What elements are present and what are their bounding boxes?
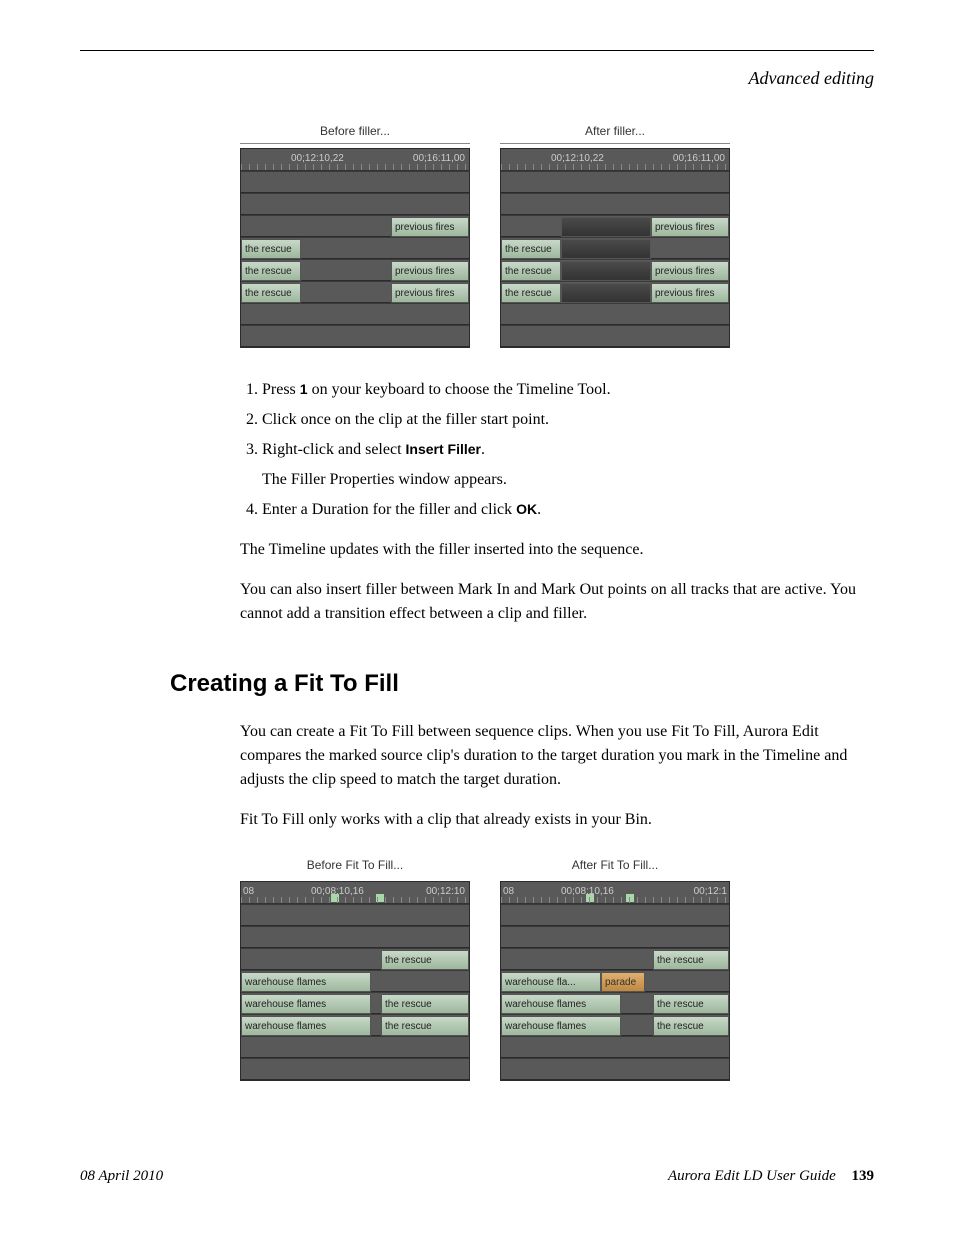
figure-filler-compare: Before filler... 00;12:10,22 00;16:11,00… (240, 122, 874, 348)
clip: the rescue (241, 239, 301, 259)
clip: warehouse fla... (501, 972, 601, 992)
clip: previous fires (651, 217, 729, 237)
clip: previous fires (391, 261, 469, 281)
fig-caption-before-filler: Before filler... (240, 122, 470, 144)
filler-clip (561, 283, 651, 303)
paragraph: You can create a Fit To Fill between seq… (240, 720, 874, 792)
clip: the rescue (241, 283, 301, 303)
section-header: Advanced editing (80, 65, 874, 92)
filler-clip (561, 239, 651, 259)
steps-list: Press 1 on your keyboard to choose the T… (262, 378, 874, 522)
filler-clip (561, 261, 651, 281)
clip: the rescue (653, 994, 729, 1014)
clip: warehouse flames (241, 994, 371, 1014)
clip: the rescue (381, 950, 469, 970)
section-heading-fit-to-fill: Creating a Fit To Fill (170, 666, 874, 702)
step-2: Click once on the clip at the filler sta… (262, 408, 874, 432)
clip: the rescue (501, 283, 561, 303)
clip: the rescue (501, 239, 561, 259)
clip: the rescue (653, 1016, 729, 1036)
paragraph: You can also insert filler between Mark … (240, 578, 874, 626)
page-footer: 08 April 2010 Aurora Edit LD User Guide … (80, 1165, 874, 1188)
footer-date: 08 April 2010 (80, 1165, 163, 1188)
timeline-before-filler: 00;12:10,22 00;16:11,00 previous fires t… (240, 148, 470, 348)
step-4: Enter a Duration for the filler and clic… (262, 498, 874, 522)
paragraph: The Timeline updates with the filler ins… (240, 538, 874, 562)
footer-page-number: 139 (852, 1168, 875, 1184)
clip: previous fires (391, 217, 469, 237)
fig-caption-before-fittofill: Before Fit To Fill... (240, 856, 470, 877)
timeline-before-fittofill: 08 00;08:10,16 00;12:10 the rescue wareh… (240, 881, 470, 1081)
clip: previous fires (651, 261, 729, 281)
fig-caption-after-fittofill: After Fit To Fill... (500, 856, 730, 877)
clip: the rescue (381, 1016, 469, 1036)
figure-fittofill-compare: Before Fit To Fill... 08 00;08:10,16 00;… (240, 856, 874, 1081)
clip: the rescue (653, 950, 729, 970)
clip-parade: parade (601, 972, 645, 992)
fig-caption-after-filler: After filler... (500, 122, 730, 144)
clip: the rescue (381, 994, 469, 1014)
step-3-sub: The Filler Properties window appears. (262, 468, 874, 492)
clip: warehouse flames (241, 972, 371, 992)
step-1: Press 1 on your keyboard to choose the T… (262, 378, 874, 402)
clip: warehouse flames (501, 1016, 621, 1036)
timeline-after-filler: 00;12:10,22 00;16:11,00 previous fires t… (500, 148, 730, 348)
timeline-after-fittofill: 08 00;08:10,16 00;12:1 the rescue wareho… (500, 881, 730, 1081)
paragraph: Fit To Fill only works with a clip that … (240, 808, 874, 832)
clip: previous fires (391, 283, 469, 303)
clip: previous fires (651, 283, 729, 303)
clip: warehouse flames (501, 994, 621, 1014)
clip: the rescue (501, 261, 561, 281)
step-3: Right-click and select Insert Filler. Th… (262, 438, 874, 492)
clip: warehouse flames (241, 1016, 371, 1036)
filler-clip (561, 217, 651, 237)
footer-guide-title: Aurora Edit LD User Guide (668, 1168, 836, 1184)
clip: the rescue (241, 261, 301, 281)
